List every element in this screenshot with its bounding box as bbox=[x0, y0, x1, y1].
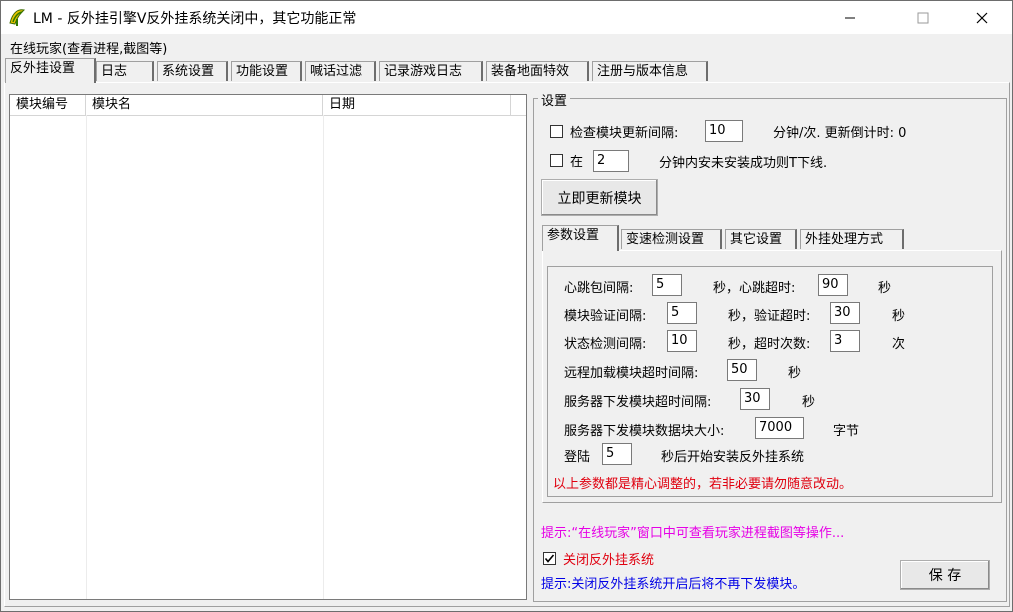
column-divider bbox=[86, 115, 87, 599]
server-send-timeout-label: 服务器下发模块超时间隔: bbox=[564, 395, 712, 410]
column-divider bbox=[323, 115, 324, 599]
login-suffix: 秒后开始安装反外挂系统 bbox=[661, 450, 805, 465]
heartbeat-timeout-input[interactable]: 90 bbox=[818, 274, 848, 296]
checkmark-icon bbox=[544, 554, 555, 563]
tab-registration-version[interactable]: 注册与版本信息 bbox=[592, 61, 708, 81]
menu-bar: 在线玩家(查看进程,截图等) bbox=[1, 35, 1012, 57]
tab-chat-filter[interactable]: 喊话过滤 bbox=[305, 61, 376, 81]
maximize-icon bbox=[917, 12, 929, 23]
save-button[interactable]: 保 存 bbox=[900, 560, 990, 590]
timeout-count-label: 秒，超时次数: bbox=[728, 337, 811, 352]
close-icon bbox=[976, 12, 988, 23]
tab-anticheat-settings[interactable]: 反外挂设置 bbox=[5, 58, 96, 83]
kick-label: 在 bbox=[570, 155, 584, 170]
column-filler bbox=[511, 95, 526, 115]
tab-system-settings[interactable]: 系统设置 bbox=[157, 61, 228, 81]
update-now-button[interactable]: 立即更新模块 bbox=[541, 179, 658, 216]
close-system-hint: 提示:关闭反外挂系统开启后将不再下发模块。 bbox=[541, 577, 806, 592]
verify-sec-label: 秒 bbox=[892, 309, 906, 324]
login-label: 登陆 bbox=[564, 450, 591, 465]
minimize-icon bbox=[845, 17, 855, 18]
minimize-button[interactable] bbox=[827, 1, 873, 34]
params-warning: 以上参数都是精心调整的，若非必要请勿随意改动。 bbox=[553, 477, 853, 492]
title-bar[interactable]: LM - 反外挂引擎Ⅴ反外挂系统关闭中，其它功能正常 bbox=[1, 1, 1012, 34]
verify-timeout-input[interactable]: 30 bbox=[830, 302, 860, 324]
status-interval-input[interactable]: 10 bbox=[667, 330, 697, 352]
remote-timeout-label: 远程加载模块超时间隔: bbox=[564, 366, 699, 381]
remote-sec-label: 秒 bbox=[788, 366, 802, 381]
close-system-checkbox[interactable] bbox=[543, 552, 556, 565]
server-send-timeout-input[interactable]: 30 bbox=[740, 388, 770, 410]
app-logo-icon bbox=[9, 9, 26, 26]
verify-interval-input[interactable]: 5 bbox=[667, 302, 697, 324]
tab-log[interactable]: 日志 bbox=[96, 61, 154, 81]
subtab-speed-check[interactable]: 变速检测设置 bbox=[621, 229, 722, 249]
tab-game-log[interactable]: 记录游戏日志 bbox=[379, 61, 483, 81]
verify-timeout-label: 秒，验证超时: bbox=[728, 309, 811, 324]
check-update-label: 检查模块更新间隔: bbox=[570, 126, 679, 141]
column-module-id[interactable]: 模块编号 bbox=[10, 95, 86, 115]
heartbeat-timeout-label: 秒，心跳超时: bbox=[713, 281, 796, 296]
verify-interval-label: 模块验证间隔: bbox=[564, 309, 647, 324]
heartbeat-interval-label: 心跳包间隔: bbox=[564, 281, 634, 296]
window-title: LM - 反外挂引擎Ⅴ反外挂系统关闭中，其它功能正常 bbox=[33, 11, 357, 27]
remote-timeout-input[interactable]: 50 bbox=[727, 359, 757, 381]
list-header: 模块编号 模块名 日期 bbox=[10, 95, 526, 116]
times-label: 次 bbox=[892, 337, 906, 352]
column-module-name[interactable]: 模块名 bbox=[86, 95, 323, 115]
tab-function-settings[interactable]: 功能设置 bbox=[231, 61, 302, 81]
subtab-other[interactable]: 其它设置 bbox=[725, 229, 797, 249]
app-window: LM - 反外挂引擎Ⅴ反外挂系统关闭中，其它功能正常 在线玩家(查看进程,截图等… bbox=[0, 0, 1013, 612]
maximize-button[interactable] bbox=[900, 1, 946, 34]
check-update-interval-input[interactable]: 10 bbox=[705, 120, 743, 142]
menu-online-players[interactable]: 在线玩家(查看进程,截图等) bbox=[10, 38, 167, 57]
settings-group-title: 设置 bbox=[538, 90, 571, 109]
close-system-label: 关闭反外挂系统 bbox=[563, 553, 655, 568]
block-size-label: 服务器下发模块数据块大小: bbox=[564, 424, 725, 439]
heartbeat-interval-input[interactable]: 5 bbox=[652, 274, 682, 296]
kick-suffix: 分钟内安未安装成功则T下线. bbox=[659, 156, 828, 171]
check-update-suffix: 分钟/次. 更新倒计时: 0 bbox=[773, 126, 907, 141]
timeout-count-input[interactable]: 3 bbox=[830, 330, 860, 352]
column-date[interactable]: 日期 bbox=[323, 95, 511, 115]
server-send-sec-label: 秒 bbox=[802, 395, 816, 410]
kick-minutes-input[interactable]: 2 bbox=[593, 150, 629, 172]
kick-checkbox[interactable] bbox=[550, 154, 563, 167]
subtab-cheat-handling[interactable]: 外挂处理方式 bbox=[800, 229, 904, 249]
bytes-label: 字节 bbox=[833, 424, 860, 439]
tab-ground-effects[interactable]: 装备地面特效 bbox=[486, 61, 589, 81]
check-update-checkbox[interactable] bbox=[550, 125, 563, 138]
heartbeat-sec-label: 秒 bbox=[878, 281, 892, 296]
online-players-hint: 提示:“在线玩家”窗口中可查看玩家进程截图等操作... bbox=[541, 526, 845, 541]
block-size-input[interactable]: 7000 bbox=[755, 417, 804, 439]
subtab-params[interactable]: 参数设置 bbox=[542, 225, 619, 251]
status-interval-label: 状态检测间隔: bbox=[564, 337, 647, 352]
module-list[interactable]: 模块编号 模块名 日期 bbox=[9, 94, 527, 600]
close-button[interactable] bbox=[959, 1, 1005, 34]
login-delay-input[interactable]: 5 bbox=[602, 443, 632, 465]
